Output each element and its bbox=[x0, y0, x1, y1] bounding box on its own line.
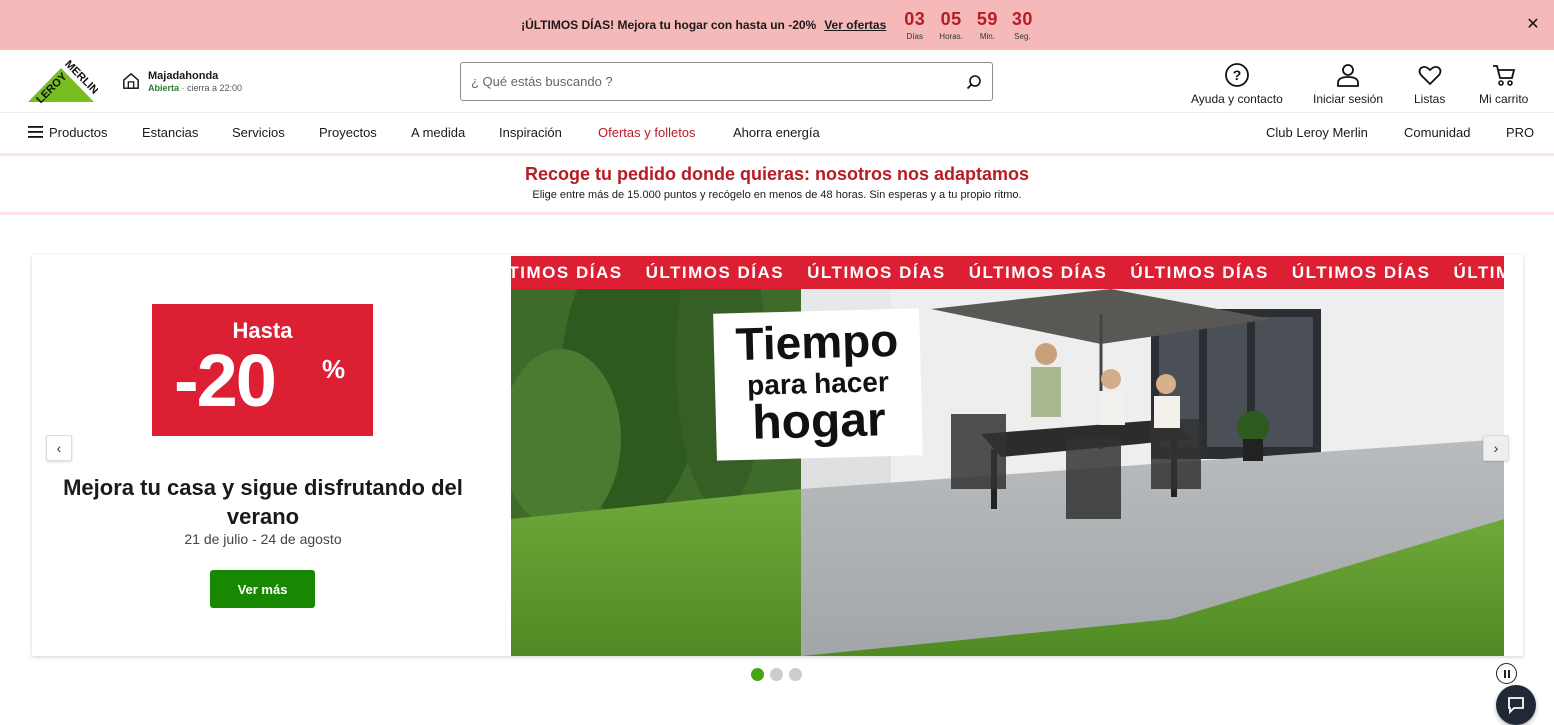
carousel-prev-button[interactable]: ‹ bbox=[46, 435, 72, 461]
cart-label: Mi carrito bbox=[1479, 92, 1529, 106]
countdown-hours: 05 Horas. bbox=[939, 9, 963, 41]
chevron-left-icon: ‹ bbox=[56, 440, 62, 456]
pickup-subtitle: Elige entre más de 15.000 puntos y recóg… bbox=[532, 189, 1022, 201]
chat-icon bbox=[1508, 697, 1524, 715]
slogan-card: Tiempo para hacer hogar bbox=[713, 308, 923, 461]
store-open-label: Abierta bbox=[148, 83, 180, 93]
nav-comunidad[interactable]: Comunidad bbox=[1404, 125, 1471, 140]
countdown-days-label: Días bbox=[906, 32, 923, 41]
help-contact-button[interactable]: ? Ayuda y contacto bbox=[1191, 62, 1283, 106]
login-label: Iniciar sesión bbox=[1313, 92, 1384, 106]
help-contact-label: Ayuda y contacto bbox=[1191, 92, 1283, 106]
discount-percent: % bbox=[322, 354, 346, 384]
countdown-minutes-value: 59 bbox=[976, 9, 998, 29]
store-hours: · cierra a 22:00 bbox=[179, 83, 243, 93]
cart-icon bbox=[1492, 65, 1515, 86]
user-icon bbox=[1337, 64, 1359, 87]
nav-a-medida[interactable]: A medida bbox=[411, 125, 465, 140]
close-icon[interactable]: ✕ bbox=[1524, 16, 1542, 34]
nav-ahorra-energia[interactable]: Ahorra energía bbox=[733, 125, 820, 140]
ticker-item: ÚLTIMOS DÍAS bbox=[1291, 263, 1431, 282]
nav-inspiracion[interactable]: Inspiración bbox=[499, 125, 562, 140]
menu-icon bbox=[28, 126, 43, 138]
countdown-days: 03 Días bbox=[904, 9, 925, 41]
store-name: Majadahonda bbox=[148, 70, 219, 82]
store-status: Abierta · cierra a 22:00 bbox=[148, 83, 242, 93]
carousel-dot-2[interactable] bbox=[770, 668, 783, 681]
nav-productos[interactable]: Productos bbox=[28, 125, 108, 140]
heart-icon bbox=[1418, 65, 1442, 86]
countdown-minutes: 59 Min. bbox=[977, 9, 998, 41]
hero-info-panel: Hasta -20 % Mejora tu casa y sigue disfr… bbox=[32, 255, 510, 656]
countdown-minutes-label: Min. bbox=[979, 32, 995, 41]
ver-ofertas-link[interactable]: Ver ofertas bbox=[824, 18, 886, 32]
ticker-item: ÚLTIMOS DÍAS bbox=[511, 263, 623, 282]
carousel-pause-button[interactable] bbox=[1496, 663, 1517, 684]
countdown-seconds-value: 30 bbox=[1011, 9, 1033, 29]
patio-scene-illustration bbox=[511, 289, 1504, 656]
slogan-line-1: Tiempo bbox=[734, 313, 899, 371]
countdown-seconds-label: Seg. bbox=[1014, 32, 1031, 41]
cart-button[interactable]: Mi carrito bbox=[1479, 62, 1528, 106]
hero-dates: 21 de julio - 24 de agosto bbox=[184, 531, 342, 547]
carousel-dot-3[interactable] bbox=[789, 668, 802, 681]
ver-mas-button[interactable]: Ver más bbox=[210, 570, 315, 608]
carousel-dots bbox=[751, 668, 802, 681]
nav-estancias[interactable]: Estancias bbox=[142, 125, 198, 140]
hero-image[interactable]: ÚLTIMOS DÍAS ÚLTIMOS DÍAS ÚLTIMOS DÍAS Ú… bbox=[511, 255, 1504, 656]
countdown-hours-label: Horas. bbox=[939, 32, 963, 41]
site-header: LEROY MERLIN Majadahonda Abierta · cierr… bbox=[0, 50, 1554, 113]
leroy-merlin-logo[interactable]: LEROY MERLIN bbox=[24, 58, 98, 108]
help-icon: ? bbox=[1225, 63, 1249, 87]
nav-proyectos[interactable]: Proyectos bbox=[319, 125, 377, 140]
nav-pro[interactable]: PRO bbox=[1506, 125, 1534, 140]
search-icon[interactable] bbox=[966, 74, 982, 90]
pickup-title: Recoge tu pedido donde quieras: nosotros… bbox=[524, 164, 1030, 184]
chat-button[interactable] bbox=[1496, 685, 1536, 725]
nav-club-leroy-merlin[interactable]: Club Leroy Merlin bbox=[1266, 125, 1368, 140]
carousel-next-button[interactable]: › bbox=[1483, 435, 1509, 461]
slogan-line-3: hogar bbox=[751, 393, 887, 450]
store-selector[interactable]: Majadahonda Abierta · cierra a 22:00 bbox=[122, 70, 242, 93]
ticker-item: ÚLTIMOS DÍAS bbox=[1130, 263, 1269, 282]
promo-bar: ¡ÚLTIMOS DÍAS! Mejora tu hogar con hasta… bbox=[0, 0, 1554, 50]
ticker-item: ÚLTIMOS DÍAS bbox=[968, 263, 1108, 282]
carousel-dot-1[interactable] bbox=[751, 668, 764, 681]
pickup-banner[interactable]: Recoge tu pedido donde quieras: nosotros… bbox=[0, 153, 1554, 215]
discount-value: -20 bbox=[174, 339, 277, 422]
nav-servicios[interactable]: Servicios bbox=[232, 125, 285, 140]
svg-text:?: ? bbox=[1233, 67, 1242, 83]
pause-icon bbox=[1503, 669, 1510, 678]
ticker-item: ÚLTIMOS DÍAS bbox=[807, 263, 946, 282]
main-nav: Productos Estancias Servicios Proyectos … bbox=[0, 113, 1554, 153]
discount-badge: Hasta -20 % bbox=[152, 304, 373, 436]
nav-productos-label: Productos bbox=[49, 125, 108, 140]
countdown-hours-value: 05 bbox=[940, 9, 962, 29]
login-button[interactable]: Iniciar sesión bbox=[1313, 62, 1383, 106]
promo-text: ¡ÚLTIMOS DÍAS! Mejora tu hogar con hasta… bbox=[521, 18, 817, 32]
countdown: 03 Días 05 Horas. 59 Min. 30 Seg. bbox=[904, 9, 1033, 41]
search-input[interactable] bbox=[471, 74, 966, 89]
search-box bbox=[460, 62, 993, 101]
ticker-item: ÚLTIMOS DÍAS bbox=[1453, 263, 1504, 282]
store-icon bbox=[123, 72, 139, 89]
hero-title: Mejora tu casa y sigue disfrutando del v… bbox=[63, 475, 463, 529]
chevron-right-icon: › bbox=[1493, 440, 1499, 456]
ticker-strip: ÚLTIMOS DÍAS ÚLTIMOS DÍAS ÚLTIMOS DÍAS Ú… bbox=[511, 256, 1504, 289]
countdown-seconds: 30 Seg. bbox=[1012, 9, 1033, 41]
nav-ofertas-folletos[interactable]: Ofertas y folletos bbox=[598, 125, 696, 140]
hero-carousel: Hasta -20 % Mejora tu casa y sigue disfr… bbox=[32, 255, 1523, 656]
countdown-days-value: 03 bbox=[904, 9, 926, 29]
lists-button[interactable]: Listas bbox=[1414, 62, 1445, 106]
ticker-item: ÚLTIMOS DÍAS bbox=[645, 263, 785, 282]
lists-label: Listas bbox=[1414, 92, 1446, 106]
